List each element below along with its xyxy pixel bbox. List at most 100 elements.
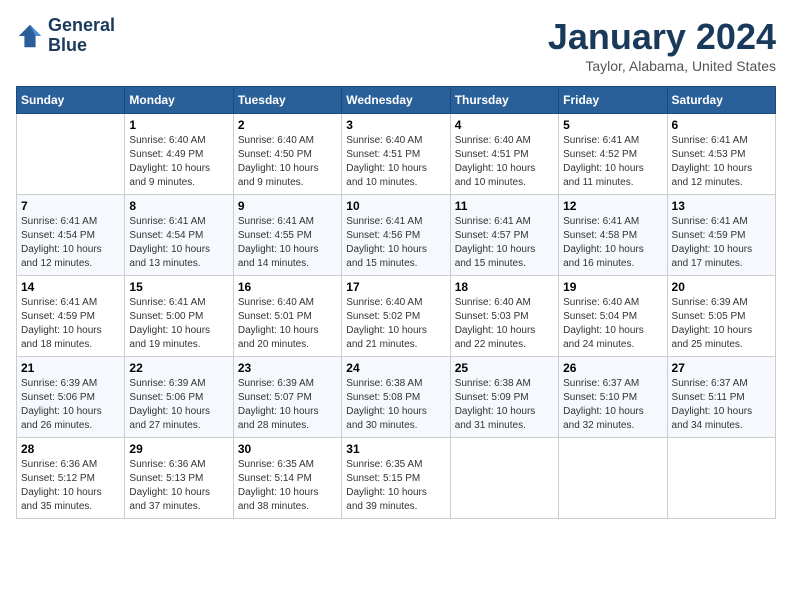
day-info: Sunrise: 6:41 AM Sunset: 4:53 PM Dayligh…: [672, 134, 771, 190]
day-info: Sunrise: 6:40 AM Sunset: 5:03 PM Dayligh…: [455, 296, 554, 352]
weekday-header-cell: Friday: [559, 87, 667, 114]
calendar-day-cell: 30 Sunrise: 6:35 AM Sunset: 5:14 PM Dayli…: [233, 438, 341, 519]
day-number: 26: [563, 361, 662, 375]
calendar-week-row: 7 Sunrise: 6:41 AM Sunset: 4:54 PM Daylig…: [17, 195, 776, 276]
day-number: 19: [563, 280, 662, 294]
calendar-day-cell: 3 Sunrise: 6:40 AM Sunset: 4:51 PM Daylig…: [342, 114, 450, 195]
day-info: Sunrise: 6:40 AM Sunset: 5:02 PM Dayligh…: [346, 296, 445, 352]
day-number: 17: [346, 280, 445, 294]
day-number: 2: [238, 118, 337, 132]
calendar-table: SundayMondayTuesdayWednesdayThursdayFrid…: [16, 86, 776, 519]
calendar-day-cell: 7 Sunrise: 6:41 AM Sunset: 4:54 PM Daylig…: [17, 195, 125, 276]
calendar-day-cell: 20 Sunrise: 6:39 AM Sunset: 5:05 PM Dayli…: [667, 276, 775, 357]
day-info: Sunrise: 6:41 AM Sunset: 4:52 PM Dayligh…: [563, 134, 662, 190]
day-info: Sunrise: 6:40 AM Sunset: 4:50 PM Dayligh…: [238, 134, 337, 190]
day-number: 31: [346, 442, 445, 456]
day-number: 28: [21, 442, 120, 456]
calendar-day-cell: 17 Sunrise: 6:40 AM Sunset: 5:02 PM Dayli…: [342, 276, 450, 357]
day-number: 16: [238, 280, 337, 294]
calendar-day-cell: 18 Sunrise: 6:40 AM Sunset: 5:03 PM Dayli…: [450, 276, 558, 357]
calendar-day-cell: 12Sunrise: 6:41 AM Sunset: 4:58 PM Dayli…: [559, 195, 667, 276]
day-number: 15: [129, 280, 228, 294]
calendar-day-cell: [450, 438, 558, 519]
calendar-day-cell: 2 Sunrise: 6:40 AM Sunset: 4:50 PM Daylig…: [233, 114, 341, 195]
calendar-subtitle: Taylor, Alabama, United States: [548, 58, 776, 74]
day-number: 14: [21, 280, 120, 294]
day-info: Sunrise: 6:40 AM Sunset: 5:01 PM Dayligh…: [238, 296, 337, 352]
weekday-header-cell: Tuesday: [233, 87, 341, 114]
day-number: 3: [346, 118, 445, 132]
day-info: Sunrise: 6:41 AM Sunset: 4:59 PM Dayligh…: [672, 215, 771, 271]
day-info: Sunrise: 6:41 AM Sunset: 4:59 PM Dayligh…: [21, 296, 120, 352]
day-number: 20: [672, 280, 771, 294]
calendar-week-row: 14 Sunrise: 6:41 AM Sunset: 4:59 PM Dayli…: [17, 276, 776, 357]
calendar-day-cell: 6 Sunrise: 6:41 AM Sunset: 4:53 PM Daylig…: [667, 114, 775, 195]
day-number: 10: [346, 199, 445, 213]
day-number: 1: [129, 118, 228, 132]
calendar-day-cell: 25Sunrise: 6:38 AM Sunset: 5:09 PM Dayli…: [450, 357, 558, 438]
day-info: Sunrise: 6:41 AM Sunset: 4:57 PM Dayligh…: [455, 215, 554, 271]
day-info: Sunrise: 6:38 AM Sunset: 5:08 PM Dayligh…: [346, 377, 445, 433]
day-info: Sunrise: 6:41 AM Sunset: 4:54 PM Dayligh…: [21, 215, 120, 271]
calendar-day-cell: [17, 114, 125, 195]
day-info: Sunrise: 6:41 AM Sunset: 4:55 PM Dayligh…: [238, 215, 337, 271]
day-number: 21: [21, 361, 120, 375]
day-info: Sunrise: 6:40 AM Sunset: 5:04 PM Dayligh…: [563, 296, 662, 352]
day-info: Sunrise: 6:39 AM Sunset: 5:06 PM Dayligh…: [21, 377, 120, 433]
day-number: 18: [455, 280, 554, 294]
day-info: Sunrise: 6:41 AM Sunset: 4:54 PM Dayligh…: [129, 215, 228, 271]
calendar-body: 1 Sunrise: 6:40 AM Sunset: 4:49 PM Daylig…: [17, 114, 776, 519]
calendar-week-row: 28Sunrise: 6:36 AM Sunset: 5:12 PM Dayli…: [17, 438, 776, 519]
day-number: 29: [129, 442, 228, 456]
calendar-day-cell: 22 Sunrise: 6:39 AM Sunset: 5:06 PM Dayli…: [125, 357, 233, 438]
page-header: General Blue January 2024 Taylor, Alabam…: [16, 16, 776, 74]
title-section: January 2024 Taylor, Alabama, United Sta…: [548, 16, 776, 74]
day-number: 25: [455, 361, 554, 375]
day-info: Sunrise: 6:40 AM Sunset: 4:51 PM Dayligh…: [455, 134, 554, 190]
logo-icon: [16, 22, 44, 50]
day-info: Sunrise: 6:37 AM Sunset: 5:10 PM Dayligh…: [563, 377, 662, 433]
weekday-header-cell: Saturday: [667, 87, 775, 114]
day-info: Sunrise: 6:35 AM Sunset: 5:15 PM Dayligh…: [346, 458, 445, 514]
day-number: 12: [563, 199, 662, 213]
day-number: 5: [563, 118, 662, 132]
logo: General Blue: [16, 16, 115, 56]
calendar-day-cell: 24 Sunrise: 6:38 AM Sunset: 5:08 PM Dayli…: [342, 357, 450, 438]
calendar-day-cell: 8Sunrise: 6:41 AM Sunset: 4:54 PM Daylig…: [125, 195, 233, 276]
day-info: Sunrise: 6:35 AM Sunset: 5:14 PM Dayligh…: [238, 458, 337, 514]
day-info: Sunrise: 6:37 AM Sunset: 5:11 PM Dayligh…: [672, 377, 771, 433]
day-number: 4: [455, 118, 554, 132]
day-number: 11: [455, 199, 554, 213]
weekday-header-cell: Thursday: [450, 87, 558, 114]
calendar-day-cell: 10Sunrise: 6:41 AM Sunset: 4:56 PM Dayli…: [342, 195, 450, 276]
day-number: 24: [346, 361, 445, 375]
calendar-day-cell: 29 Sunrise: 6:36 AM Sunset: 5:13 PM Dayli…: [125, 438, 233, 519]
calendar-day-cell: 13 Sunrise: 6:41 AM Sunset: 4:59 PM Dayli…: [667, 195, 775, 276]
calendar-day-cell: 26 Sunrise: 6:37 AM Sunset: 5:10 PM Dayli…: [559, 357, 667, 438]
calendar-day-cell: 14 Sunrise: 6:41 AM Sunset: 4:59 PM Dayli…: [17, 276, 125, 357]
calendar-day-cell: 19 Sunrise: 6:40 AM Sunset: 5:04 PM Dayli…: [559, 276, 667, 357]
day-number: 7: [21, 199, 120, 213]
day-number: 13: [672, 199, 771, 213]
calendar-day-cell: 28Sunrise: 6:36 AM Sunset: 5:12 PM Dayli…: [17, 438, 125, 519]
day-number: 23: [238, 361, 337, 375]
calendar-title: January 2024: [548, 16, 776, 58]
day-number: 22: [129, 361, 228, 375]
day-info: Sunrise: 6:39 AM Sunset: 5:06 PM Dayligh…: [129, 377, 228, 433]
calendar-day-cell: 31 Sunrise: 6:35 AM Sunset: 5:15 PM Dayli…: [342, 438, 450, 519]
day-info: Sunrise: 6:39 AM Sunset: 5:05 PM Dayligh…: [672, 296, 771, 352]
day-number: 6: [672, 118, 771, 132]
calendar-week-row: 21 Sunrise: 6:39 AM Sunset: 5:06 PM Dayli…: [17, 357, 776, 438]
calendar-day-cell: [667, 438, 775, 519]
calendar-day-cell: [559, 438, 667, 519]
weekday-header-row: SundayMondayTuesdayWednesdayThursdayFrid…: [17, 87, 776, 114]
day-info: Sunrise: 6:36 AM Sunset: 5:13 PM Dayligh…: [129, 458, 228, 514]
day-number: 27: [672, 361, 771, 375]
calendar-day-cell: 4 Sunrise: 6:40 AM Sunset: 4:51 PM Daylig…: [450, 114, 558, 195]
day-number: 30: [238, 442, 337, 456]
weekday-header-cell: Monday: [125, 87, 233, 114]
day-info: Sunrise: 6:40 AM Sunset: 4:51 PM Dayligh…: [346, 134, 445, 190]
day-info: Sunrise: 6:40 AM Sunset: 4:49 PM Dayligh…: [129, 134, 228, 190]
calendar-day-cell: 11 Sunrise: 6:41 AM Sunset: 4:57 PM Dayli…: [450, 195, 558, 276]
calendar-day-cell: 15Sunrise: 6:41 AM Sunset: 5:00 PM Dayli…: [125, 276, 233, 357]
